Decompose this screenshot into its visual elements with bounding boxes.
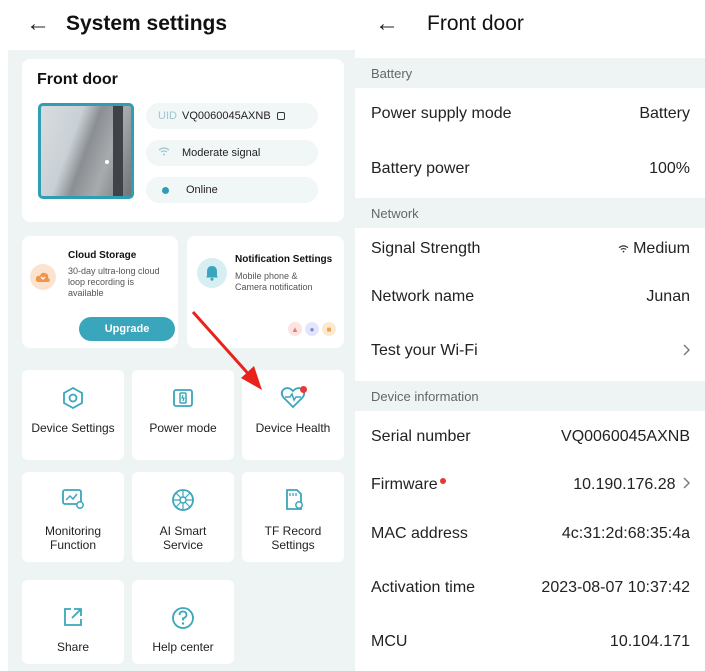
uid-label: UID bbox=[158, 110, 177, 122]
row-test-wifi[interactable]: Test your Wi-Fi bbox=[355, 325, 705, 377]
system-settings-panel: ← System settings Front door UID VQ00600… bbox=[0, 0, 355, 671]
page-title: System settings bbox=[66, 12, 228, 35]
row-activation-time: Activation time 2023-08-07 10:37:42 bbox=[355, 562, 705, 614]
cloud-storage-card[interactable]: Cloud Storage 30-day ultra-long cloud lo… bbox=[22, 236, 178, 348]
header: ← System settings bbox=[26, 10, 227, 38]
tile-monitoring-function[interactable]: Monitoring Function bbox=[22, 472, 124, 562]
row-serial-number: Serial number VQ0060045AXNB bbox=[355, 411, 705, 463]
battery-icon bbox=[132, 386, 234, 410]
copy-icon[interactable] bbox=[276, 112, 285, 120]
message-icon: ■ bbox=[322, 322, 336, 336]
row-firmware[interactable]: Firmware 10.190.176.28 bbox=[355, 459, 705, 511]
bell-icon bbox=[197, 258, 227, 288]
tile-label: Power mode bbox=[149, 421, 217, 435]
row-label-wrap: Firmware bbox=[371, 476, 446, 494]
uid-pill: UID VQ0060045AXNB bbox=[146, 103, 318, 129]
update-dot-badge bbox=[439, 478, 446, 484]
device-card[interactable]: Front door UID VQ0060045AXNB Moderate si… bbox=[22, 59, 344, 222]
wifi-icon bbox=[158, 147, 182, 159]
section-device-information: Device information bbox=[355, 381, 705, 411]
question-icon bbox=[132, 606, 234, 630]
red-dot-badge bbox=[300, 386, 307, 393]
row-label: MCU bbox=[371, 633, 408, 650]
row-label: Serial number bbox=[371, 428, 471, 445]
tile-power-mode[interactable]: Power mode bbox=[132, 370, 234, 460]
chevron-right-icon bbox=[682, 343, 690, 359]
tile-ai-smart-service[interactable]: AI Smart Service bbox=[132, 472, 234, 562]
wifi-icon bbox=[618, 245, 629, 256]
chevron-right-icon bbox=[682, 476, 690, 492]
cloud-description: 30-day ultra-long cloud loop recording i… bbox=[68, 266, 160, 298]
row-value: 100% bbox=[649, 160, 690, 177]
row-value: 10.104.171 bbox=[609, 633, 690, 650]
device-name: Front door bbox=[37, 71, 118, 88]
tile-label: TF Record Settings bbox=[264, 524, 322, 552]
row-label: Network name bbox=[371, 288, 475, 305]
hexagon-gear-icon bbox=[22, 386, 124, 410]
row-value: Medium bbox=[633, 240, 690, 257]
sd-card-icon bbox=[242, 488, 344, 512]
tile-label: Help center bbox=[152, 640, 214, 654]
person-icon: ● bbox=[305, 322, 319, 336]
row-label: Battery power bbox=[371, 160, 470, 177]
back-arrow-icon[interactable]: ← bbox=[375, 12, 427, 36]
row-network-name: Network name Junan bbox=[355, 271, 705, 323]
row-label: Activation time bbox=[371, 579, 476, 596]
monitor-chart-icon bbox=[22, 488, 124, 510]
row-mac-address: MAC address 4c:31:2d:68:35:4a bbox=[355, 508, 705, 560]
notification-title: Notification Settings bbox=[235, 254, 333, 265]
tile-label: Share bbox=[56, 640, 90, 654]
alarm-icon: ▲ bbox=[288, 322, 302, 336]
row-label: Power supply mode bbox=[371, 105, 512, 122]
row-value: VQ0060045AXNB bbox=[561, 428, 690, 445]
row-value: Battery bbox=[639, 105, 690, 122]
row-value-wrap: Medium bbox=[618, 240, 690, 258]
back-arrow-icon[interactable]: ← bbox=[26, 12, 66, 36]
tile-label: Device Settings bbox=[31, 421, 115, 435]
row-value: 4c:31:2d:68:35:4a bbox=[561, 525, 690, 542]
signal-text: Moderate signal bbox=[182, 147, 261, 159]
row-value: Junan bbox=[646, 288, 690, 305]
tile-label: AI Smart Service bbox=[159, 524, 207, 552]
status-pill: Online bbox=[146, 177, 318, 203]
tile-label: Monitoring Function bbox=[44, 524, 102, 552]
status-text: Online bbox=[186, 184, 218, 196]
tile-tf-record-settings[interactable]: TF Record Settings bbox=[242, 472, 344, 562]
camera-thumbnail[interactable] bbox=[38, 103, 134, 199]
tile-device-settings[interactable]: Device Settings bbox=[22, 370, 124, 460]
front-door-panel: ← Front door Battery Power supply mode B… bbox=[355, 0, 705, 671]
row-label: MAC address bbox=[371, 525, 468, 542]
row-label: Firmware bbox=[371, 476, 438, 493]
row-signal-strength: Signal Strength Medium bbox=[355, 223, 705, 275]
row-battery-power: Battery power 100% bbox=[355, 143, 705, 195]
row-power-supply-mode: Power supply mode Battery bbox=[355, 88, 705, 140]
row-label: Test your Wi-Fi bbox=[371, 342, 478, 359]
row-label: Signal Strength bbox=[371, 240, 481, 257]
row-value: 10.190.176.28 bbox=[573, 476, 676, 493]
tile-share[interactable]: Share bbox=[22, 580, 124, 664]
heart-pulse-icon bbox=[242, 386, 344, 410]
row-mcu: MCU 10.104.171 bbox=[355, 616, 705, 668]
section-battery: Battery bbox=[355, 58, 705, 88]
notification-settings-card[interactable]: Notification Settings Mobile phone & Cam… bbox=[187, 236, 344, 348]
row-value: 2023-08-07 10:37:42 bbox=[541, 579, 690, 596]
share-icon bbox=[22, 606, 124, 628]
upgrade-button[interactable]: Upgrade bbox=[79, 317, 175, 341]
online-dot-icon bbox=[162, 186, 169, 194]
notification-description: Mobile phone & Camera notification bbox=[235, 271, 313, 292]
tile-device-health[interactable]: Device Health bbox=[242, 370, 344, 460]
ai-chip-icon bbox=[132, 488, 234, 512]
cloud-title: Cloud Storage bbox=[68, 250, 137, 261]
uid-value: VQ0060045AXNB bbox=[182, 110, 271, 122]
cloud-icon bbox=[30, 264, 56, 290]
tile-help-center[interactable]: Help center bbox=[132, 580, 234, 664]
signal-pill: Moderate signal bbox=[146, 140, 318, 166]
notification-channel-icons: ▲ ● ■ bbox=[288, 322, 336, 336]
row-value-wrap: 10.190.176.28 bbox=[573, 476, 690, 494]
tile-label: Device Health bbox=[255, 421, 331, 435]
header: ← Front door bbox=[375, 10, 524, 38]
page-title: Front door bbox=[427, 12, 524, 35]
